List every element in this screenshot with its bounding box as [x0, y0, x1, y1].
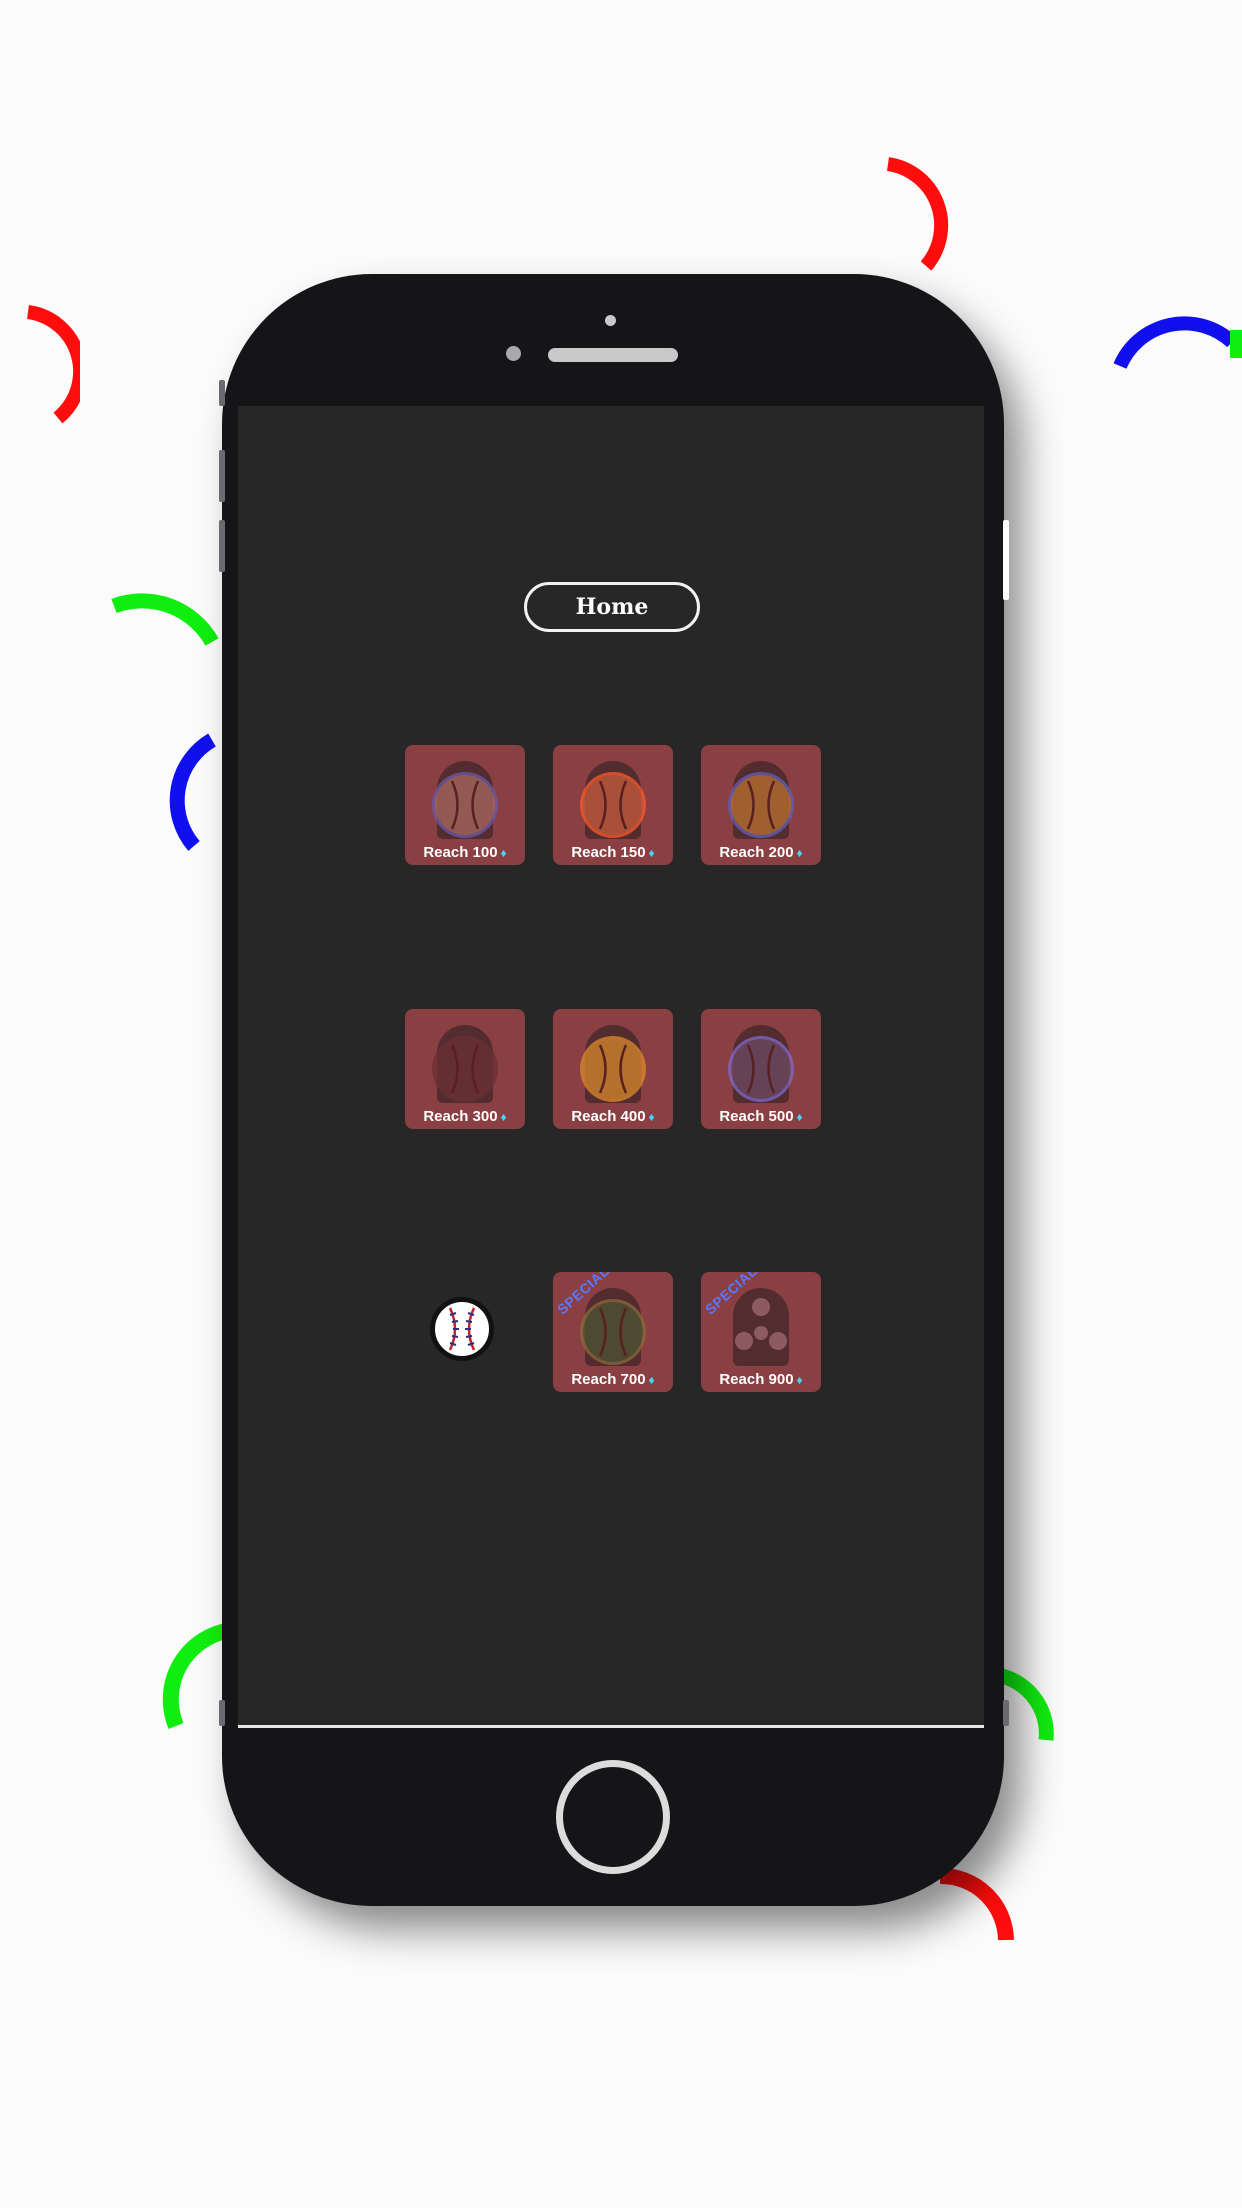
unlock-tile-reach-300[interactable]: Reach 300 ♦	[405, 1009, 525, 1129]
unlock-label: Reach 500 ♦	[719, 1108, 803, 1125]
unlock-label: Reach 300 ♦	[423, 1108, 507, 1125]
baseball-icon	[435, 1039, 495, 1099]
gem-icon: ♦	[796, 1110, 803, 1124]
baseball-icon	[435, 775, 495, 835]
confetti-arc	[1113, 316, 1242, 369]
unlock-label: Reach 100 ♦	[423, 844, 507, 861]
gem-icon: ♦	[500, 1110, 507, 1124]
confetti-arc	[886, 157, 949, 271]
baseball-icon	[583, 775, 643, 835]
unlock-label: Reach 700 ♦	[571, 1371, 655, 1388]
gem-icon: ♦	[796, 846, 803, 860]
confetti-arc	[111, 593, 219, 646]
unlock-tile-reach-700[interactable]: SPECIAL Reach 700 ♦	[553, 1272, 673, 1392]
unlock-tile-reach-150[interactable]: Reach 150 ♦	[553, 745, 673, 865]
unlock-label: Reach 150 ♦	[571, 844, 655, 861]
gem-icon: ♦	[648, 846, 655, 860]
phone-home-button[interactable]	[556, 1760, 670, 1874]
selected-baseball-icon[interactable]	[430, 1297, 494, 1361]
unlock-label: Reach 200 ♦	[719, 844, 803, 861]
gem-icon: ♦	[500, 846, 507, 860]
baseball-icon	[436, 1303, 488, 1355]
unlock-tile-reach-200[interactable]: Reach 200 ♦	[701, 745, 821, 865]
baseball-icon	[583, 1039, 643, 1099]
unlock-tile-reach-400[interactable]: Reach 400 ♦	[553, 1009, 673, 1129]
side-button	[1003, 1700, 1009, 1726]
unlock-tile-reach-500[interactable]: Reach 500 ♦	[701, 1009, 821, 1129]
baseball-icon	[731, 775, 791, 835]
confetti-arc	[26, 305, 80, 424]
confetti-arc	[169, 733, 216, 851]
baseball-icon	[583, 1302, 643, 1362]
proximity-sensor	[506, 346, 521, 361]
unlock-tile-reach-900[interactable]: SPECIAL Reach 900 ♦	[701, 1272, 821, 1392]
home-button[interactable]: Home	[524, 582, 700, 632]
unlock-tile-reach-100[interactable]: Reach 100 ♦	[405, 745, 525, 865]
unlock-label: Reach 400 ♦	[571, 1108, 655, 1125]
side-button	[1003, 520, 1009, 600]
side-button	[219, 380, 225, 406]
side-button	[219, 520, 225, 572]
side-button	[219, 450, 225, 502]
unlock-label: Reach 900 ♦	[719, 1371, 803, 1388]
baseball-icon	[731, 1039, 791, 1099]
side-button	[219, 1700, 225, 1726]
gem-icon: ♦	[648, 1373, 655, 1387]
earpiece-speaker	[548, 348, 678, 362]
gem-icon: ♦	[648, 1110, 655, 1124]
front-camera	[605, 315, 616, 326]
gem-icon: ♦	[796, 1373, 803, 1387]
